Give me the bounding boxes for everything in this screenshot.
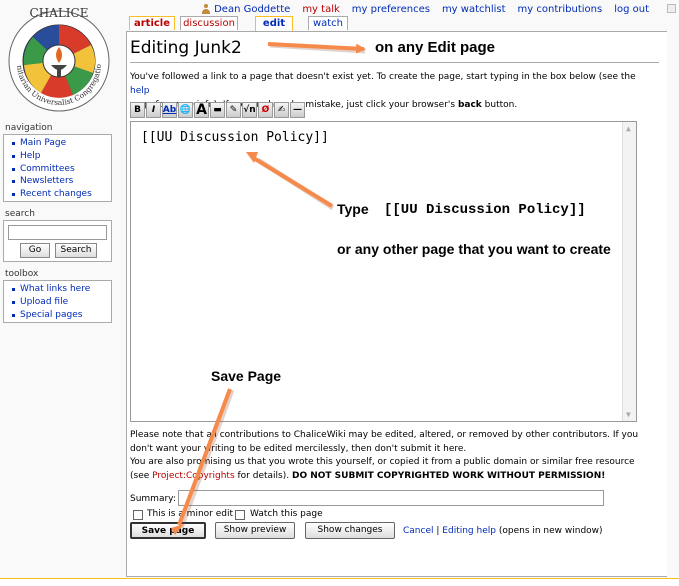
sidebar-link[interactable]: Recent changes xyxy=(20,189,92,199)
copyright-note: Please note that all contributions to Ch… xyxy=(130,429,645,483)
annotation-save-page: Save Page xyxy=(211,368,282,384)
cancel-link[interactable]: Cancel xyxy=(403,526,434,536)
minor-edit-checkbox[interactable] xyxy=(133,510,143,520)
logo-top-text: CHALICE xyxy=(30,6,89,20)
sidebar-link[interactable]: Main Page xyxy=(20,138,66,148)
toolbox-item-what-links-here[interactable]: What links here xyxy=(10,283,111,296)
title-divider xyxy=(130,62,659,63)
my-preferences-link[interactable]: my preferences xyxy=(352,4,430,15)
toolbox-portlet: What links here Upload file Special page… xyxy=(3,280,112,323)
link-separator: | xyxy=(436,526,440,536)
username[interactable]: Dean Goddette xyxy=(214,4,290,15)
navigation-portlet: Main Page Help Committees Newsletters Re… xyxy=(3,134,112,202)
toolbox-link[interactable]: Special pages xyxy=(20,310,82,320)
note-text: for details). xyxy=(234,470,292,481)
toolbox-item-upload-file[interactable]: Upload file xyxy=(10,296,111,309)
search-button[interactable]: Search xyxy=(55,243,97,258)
page-title: Editing Junk2 xyxy=(130,38,242,58)
external-link-button[interactable]: 🌐 xyxy=(178,102,193,118)
watch-page-label[interactable]: Watch this page xyxy=(250,509,323,519)
annotation-other-page: or any other page that you want to creat… xyxy=(337,241,611,257)
scroll-up-icon[interactable]: ▲ xyxy=(626,124,631,133)
my-talk-link[interactable]: my talk xyxy=(302,4,339,15)
edit-textarea-content[interactable]: [[UU Discussion Policy]] xyxy=(141,130,329,145)
bottom-links: Cancel | Editing help (opens in new wind… xyxy=(403,526,603,536)
toolbox-link[interactable]: Upload file xyxy=(20,297,68,307)
copyrights-link[interactable]: Project:Copyrights xyxy=(152,471,235,481)
tab-edit[interactable]: edit xyxy=(255,16,293,31)
summary-input[interactable] xyxy=(178,490,604,506)
editing-help-link[interactable]: Editing help xyxy=(442,526,496,536)
show-preview-button[interactable]: Show preview xyxy=(215,522,295,539)
window-scroll-up-icon[interactable] xyxy=(667,4,676,13)
personal-links: Dean Goddette my talk my preferences my … xyxy=(201,2,649,16)
sidebar-item-recent-changes[interactable]: Recent changes xyxy=(10,188,111,201)
sidebar-link[interactable]: Committees xyxy=(20,164,75,174)
sidebar-item-main-page[interactable]: Main Page xyxy=(10,137,111,150)
user-link[interactable]: Dean Goddette xyxy=(201,4,290,15)
new-window-note: (opens in new window) xyxy=(498,526,603,536)
search-portlet: Go Search xyxy=(3,220,112,262)
edit-toolbar: B I Ab 🌐 A ▬ ✎ √n Ø ✍ — xyxy=(130,102,305,120)
image-button[interactable]: ▬ xyxy=(210,102,225,118)
signature-button[interactable]: ✍ xyxy=(274,102,289,118)
annotation-edit-page: on any Edit page xyxy=(375,39,496,56)
copyright-warning: DO NOT SUBMIT COPYRIGHTED WORK WITHOUT P… xyxy=(291,470,606,481)
edit-textarea[interactable]: [[UU Discussion Policy]] ▲ ▼ xyxy=(130,121,637,422)
minor-edit-label[interactable]: This is a minor edit xyxy=(147,509,233,519)
tab-article[interactable]: article xyxy=(129,16,175,30)
navigation-title: navigation xyxy=(5,123,53,133)
my-contributions-link[interactable]: my contributions xyxy=(518,4,603,15)
help-link[interactable]: help xyxy=(130,86,149,96)
go-button[interactable]: Go xyxy=(20,243,50,258)
annotation-type-code: [[UU Discussion Policy]] xyxy=(384,202,586,218)
toolbox-item-special-pages[interactable]: Special pages xyxy=(10,309,111,322)
internal-link-button[interactable]: Ab xyxy=(162,102,177,118)
chalice-logo[interactable]: CHALICE Unitarian Universalist Congregat… xyxy=(3,3,115,115)
watch-page-checkbox[interactable] xyxy=(235,510,245,520)
toolbox-title: toolbox xyxy=(5,269,39,279)
media-button[interactable]: ✎ xyxy=(226,102,241,118)
sidebar-link[interactable]: Help xyxy=(20,151,41,161)
show-changes-button[interactable]: Show changes xyxy=(305,522,395,539)
intro-text-part: button. xyxy=(481,100,518,110)
summary-label: Summary: xyxy=(130,494,176,504)
logout-link[interactable]: log out xyxy=(614,4,649,15)
sidebar-item-committees[interactable]: Committees xyxy=(10,163,111,176)
textarea-scrollbar[interactable]: ▲ ▼ xyxy=(622,122,636,421)
bold-button[interactable]: B xyxy=(130,102,145,118)
content-area: Editing Junk2 You've followed a link to … xyxy=(126,31,667,577)
my-watchlist-link[interactable]: my watchlist xyxy=(442,4,506,15)
sidebar-link[interactable]: Newsletters xyxy=(20,176,73,186)
scroll-down-icon[interactable]: ▼ xyxy=(626,410,631,419)
sidebar-item-newsletters[interactable]: Newsletters xyxy=(10,175,111,188)
save-page-button[interactable]: Save page xyxy=(130,522,206,539)
annotation-type-word: Type xyxy=(337,201,369,217)
search-title: search xyxy=(5,209,35,219)
back-text: back xyxy=(457,100,482,110)
sidebar-item-help[interactable]: Help xyxy=(10,150,111,163)
italic-button[interactable]: I xyxy=(146,102,161,118)
user-icon xyxy=(201,4,211,14)
nowiki-button[interactable]: Ø xyxy=(258,102,273,118)
horizontal-line-button[interactable]: — xyxy=(290,102,305,118)
tab-discussion[interactable]: discussion xyxy=(180,16,238,30)
intro-text-part: You've followed a link to a page that do… xyxy=(130,72,636,82)
tab-watch[interactable]: watch xyxy=(308,16,348,30)
headline-button[interactable]: A xyxy=(194,102,209,118)
footer-bar xyxy=(0,578,679,586)
math-button[interactable]: √n xyxy=(242,102,257,118)
toolbox-link[interactable]: What links here xyxy=(20,284,90,294)
search-input[interactable] xyxy=(8,225,107,240)
note-text: Please note that all contributions to Ch… xyxy=(130,430,639,454)
